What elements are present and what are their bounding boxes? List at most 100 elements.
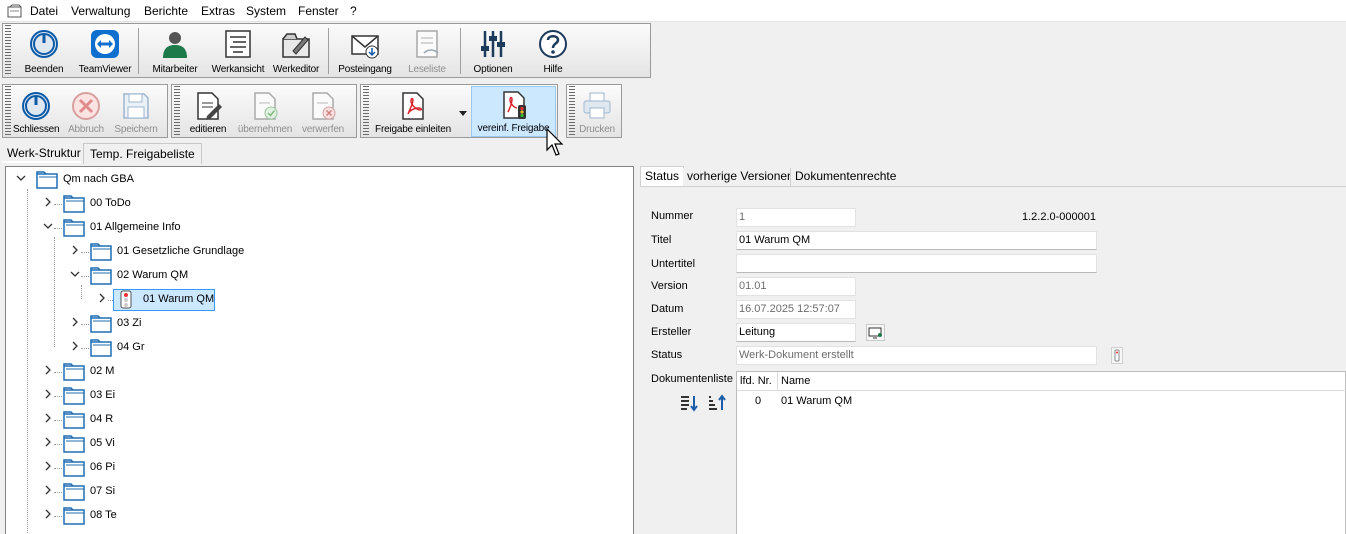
tree-node[interactable]: 07 Si [6,481,626,503]
folder-icon [63,507,85,525]
freigabe-dropdown-button[interactable] [457,103,469,123]
tab-temp-freigabeliste[interactable]: Temp. Freigabeliste [83,143,202,164]
tree-node[interactable]: 05 Vi [6,433,626,455]
tree-node[interactable]: 03 Zi [6,313,626,335]
tab-dokumentenrechte[interactable]: Dokumentenrechte [790,168,901,186]
abbruch-button[interactable]: Abbruch [63,87,109,137]
menu-verwaltung[interactable]: Verwaltung [71,4,130,18]
teamviewer-button[interactable]: TeamViewer [75,26,135,76]
tree-connector [54,492,62,493]
titel-field[interactable]: 01 Warum QM [736,231,1097,250]
help-icon [539,30,567,58]
untertitel-field[interactable] [736,254,1097,273]
verwerfen-button[interactable]: verwerfen [296,87,350,137]
chevron-right-icon[interactable] [43,413,53,423]
chevron-right-icon[interactable] [43,461,53,471]
menu-extras[interactable]: Extras [201,4,235,18]
tree-node[interactable]: 08 Te [6,505,626,527]
datum-field[interactable]: 16.07.2025 12:57:07 [736,300,856,319]
tree-node[interactable]: 00 ToDo [6,193,626,215]
chevron-right-icon[interactable] [43,485,53,495]
leseliste-button[interactable]: Leseliste [401,26,453,76]
tab-status[interactable]: Status [640,166,685,186]
abbruch-label: Abbruch [68,124,104,135]
uebernehmen-button[interactable]: übernehmen [236,87,294,137]
beenden-button[interactable]: Beenden [20,26,68,76]
nummer-field[interactable]: 1 [736,208,856,227]
chevron-down-icon[interactable] [16,173,26,183]
optionen-button[interactable]: Optionen [467,26,519,76]
tree-node-label: 03 Zi [117,317,142,329]
hilfe-button[interactable]: Hilfe [529,26,577,76]
posteingang-button[interactable]: Posteingang [336,26,394,76]
tree-node[interactable]: 04 R [6,409,626,431]
chevron-right-icon[interactable] [70,341,80,351]
ersteller-field[interactable]: Leitung [736,323,856,342]
tree-node-label: 01 Warum QM [143,293,215,305]
tree-node[interactable]: 03 Ei [6,385,626,407]
status-field[interactable]: Werk-Dokument erstellt [736,346,1097,365]
document-list[interactable]: lfd. Nr. Name 0 01 Warum QM [736,371,1346,534]
column-header-name[interactable]: Name [781,375,810,387]
menu-system[interactable]: System [246,4,286,18]
tree-node[interactable]: Qm nach GBA [6,169,626,191]
mitarbeiter-button[interactable]: Mitarbeiter [147,26,203,76]
uebernehmen-label: übernehmen [237,124,293,135]
tree-node[interactable]: 04 Gr [6,337,626,359]
tree-connector [81,324,89,325]
sort-descending-button[interactable] [679,393,699,412]
column-header-lfd-nr[interactable]: lfd. Nr. [740,375,772,387]
table-row[interactable]: 0 01 Warum QM [737,392,1346,411]
menu-help[interactable]: ? [350,4,357,18]
version-field[interactable]: 01.01 [736,277,856,296]
editieren-button[interactable]: editieren [182,87,234,137]
toolbar-grip[interactable] [174,86,180,136]
chevron-right-icon[interactable] [97,293,107,303]
release-toolbar: Freigabe einleiten vereinf. Freigabe [360,84,558,138]
folder-icon [63,483,85,501]
chevron-right-icon[interactable] [70,317,80,327]
traffic-light-icon [1114,349,1120,362]
status-traffic-light-button[interactable] [1111,347,1123,364]
speichern-button[interactable]: Speichern [113,87,159,137]
chevron-right-icon[interactable] [43,365,53,375]
chevron-right-icon[interactable] [43,509,53,519]
vereinf-freigabe-button[interactable]: vereinf. Freigabe [471,86,556,137]
menu-fenster[interactable]: Fenster [298,4,339,18]
sort-ascending-button[interactable] [707,393,727,412]
tab-werk-struktur[interactable]: Werk-Struktur [2,143,86,163]
chevron-right-icon[interactable] [43,389,53,399]
menu-berichte[interactable]: Berichte [144,4,188,18]
toolbar-grip[interactable] [5,25,11,76]
menu-datei[interactable]: Datei [30,4,58,18]
werkeditor-button[interactable]: Werkeditor [270,26,322,76]
tree-node-label: 03 Ei [90,389,116,401]
app-icon [7,4,22,18]
chevron-right-icon[interactable] [70,245,80,255]
freigabe-einleiten-button[interactable]: Freigabe einleiten [371,87,455,137]
folder-icon [63,387,85,405]
tree-connector [54,420,62,421]
chevron-right-icon[interactable] [43,437,53,447]
tree-node[interactable]: 01 Warum QM [6,289,626,311]
chevron-right-icon[interactable] [43,197,53,207]
tree-node[interactable]: 02 M [6,361,626,383]
folder-icon [90,339,112,357]
status-panel: Nummer 1 1.2.2.0-000001 Titel 01 Warum Q… [640,187,1346,534]
tree-node[interactable]: 06 Pi [6,457,626,479]
tree-node[interactable]: 01 Gesetzliche Grundlage [6,241,626,263]
ersteller-select-button[interactable] [866,324,885,341]
toolbar-grip[interactable] [363,86,369,136]
drucken-button[interactable]: Drucken [575,87,619,137]
werkansicht-button[interactable]: Werkansicht [208,26,268,76]
cancel-icon [72,92,100,120]
schliessen-button[interactable]: Schliessen [13,87,60,137]
tree-node[interactable]: 01 Allgemeine Info [6,217,626,239]
tab-vorherige-versionen[interactable]: vorherige Versionen [683,168,798,186]
chevron-down-icon[interactable] [70,269,80,279]
toolbar-grip[interactable] [5,86,11,136]
tree-node[interactable]: 02 Warum QM [6,265,626,287]
tree-view[interactable]: Qm nach GBA 00 ToDo 01 Allgemeine Info 01 G… [5,166,634,534]
tree-connector [54,516,62,517]
chevron-down-icon[interactable] [43,221,53,231]
